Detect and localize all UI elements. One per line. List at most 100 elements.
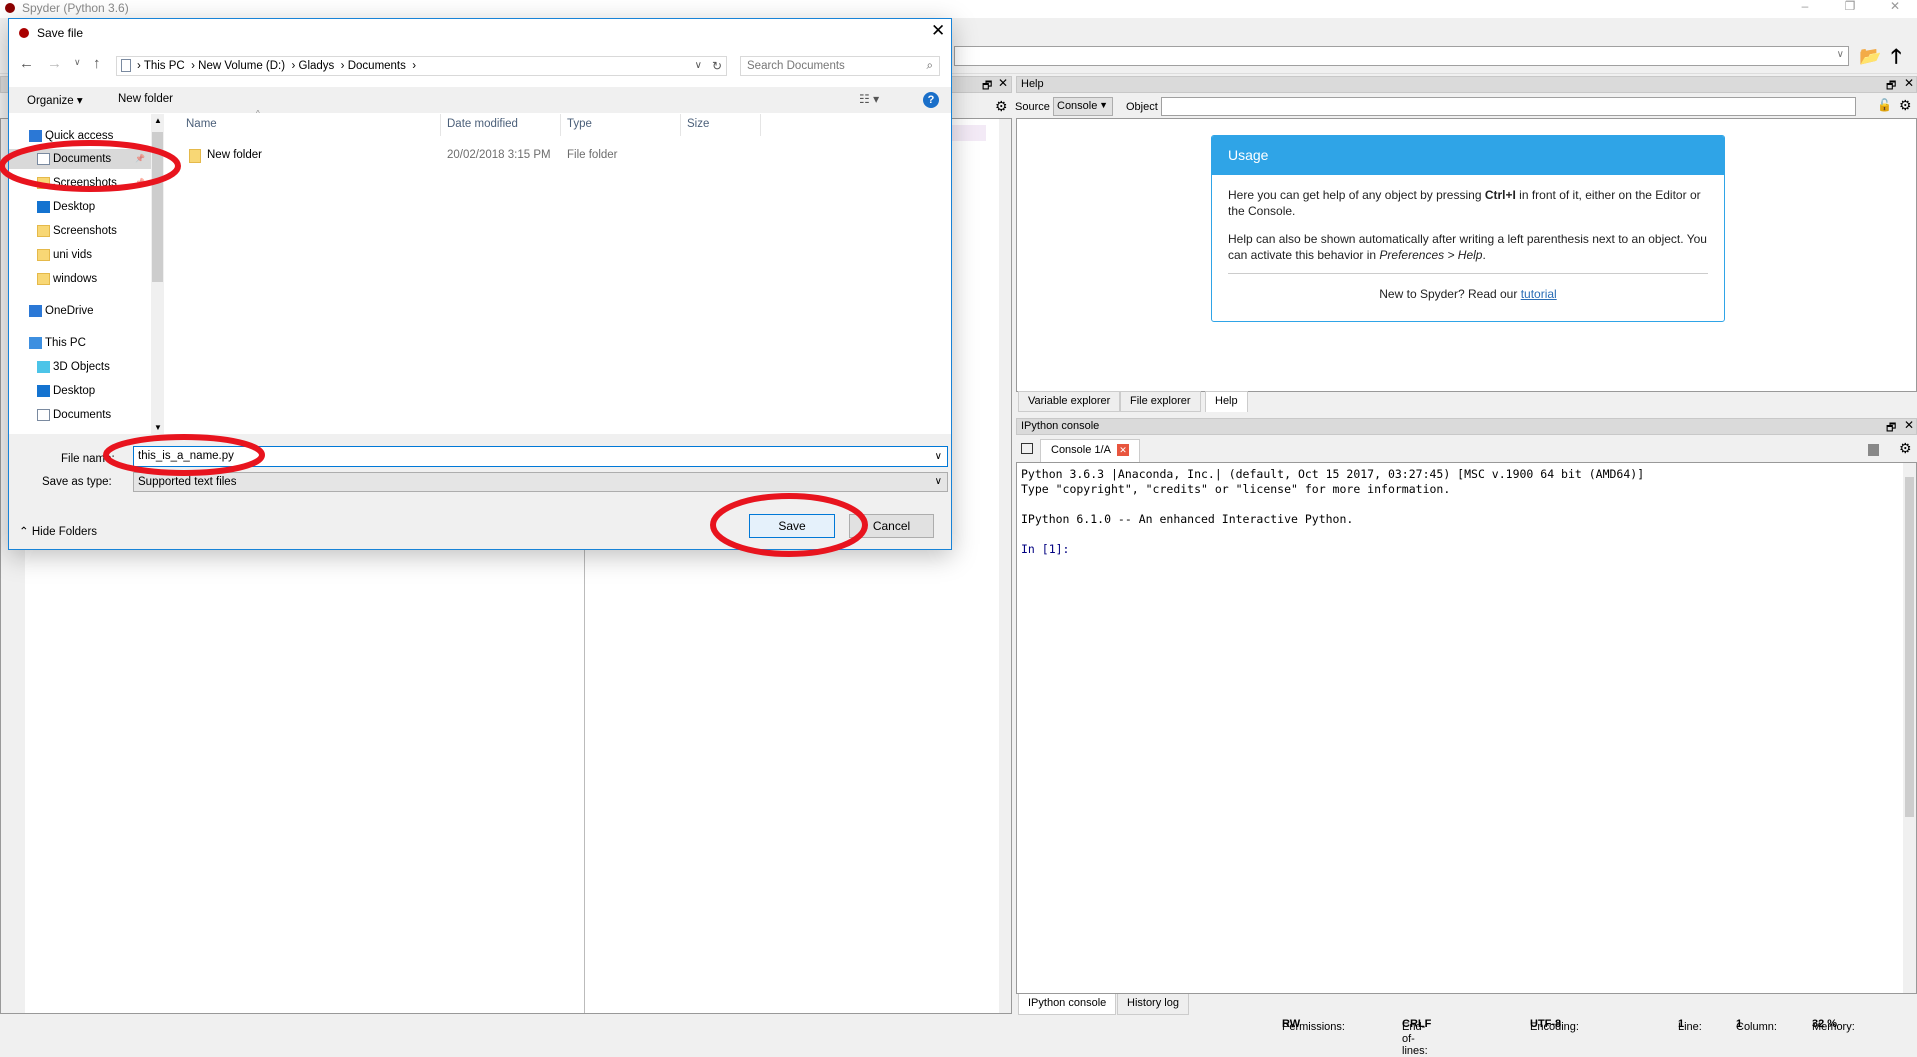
file-name-input[interactable]: this_is_a_name.py ∨ (133, 446, 948, 467)
column-header-type[interactable]: Type (567, 118, 592, 130)
save-as-type-select[interactable]: Supported text files ∨ (133, 472, 948, 492)
restore-button[interactable]: ❐ (1835, 0, 1865, 14)
usage-paragraph-1: Here you can get help of any object by p… (1228, 188, 1701, 218)
navigation-pane[interactable]: Quick access Documents 📌 Screenshots 📌 Deskto… (9, 114, 164, 434)
memory-status: Memory: 32 % (1812, 1018, 1855, 1033)
line-status: Line: 1 (1678, 1018, 1702, 1033)
column-header-size[interactable]: Size (687, 118, 709, 130)
address-dropdown-icon[interactable]: ∨ (695, 57, 702, 75)
close-console-tab-icon[interactable]: ✕ (1117, 444, 1129, 456)
breadcrumb-this-pc[interactable]: This PC (144, 60, 185, 72)
hide-folders-button[interactable]: ⌃ Hide Folders (19, 524, 97, 538)
sort-indicator-icon: ^ (256, 109, 260, 118)
close-console-icon[interactable]: ✕ (1904, 418, 1914, 432)
tutorial-link[interactable]: tutorial (1521, 287, 1557, 301)
help-pane-header: Help (1016, 76, 1917, 93)
tab-help[interactable]: Help (1205, 391, 1248, 412)
browse-tabs-icon[interactable] (1021, 443, 1033, 454)
app-titlebar: Spyder (Python 3.6) – ❐ ✕ (0, 0, 1917, 18)
console-pane-header: IPython console (1016, 418, 1917, 435)
console-options-gear-icon[interactable]: ⚙ (1899, 440, 1912, 457)
nav-item-screenshots[interactable]: Screenshots (9, 221, 151, 241)
back-arrow-icon[interactable]: ← (19, 55, 34, 72)
forward-arrow-icon[interactable]: → (47, 55, 62, 72)
nav-item-windows[interactable]: windows (9, 269, 151, 289)
console-tab[interactable]: Console 1/A ✕ (1040, 439, 1140, 462)
nav-item-label: Documents (53, 153, 112, 165)
source-select[interactable]: Console ▼ (1053, 97, 1113, 116)
nav-item-uni-vids[interactable]: uni vids (9, 245, 151, 265)
options-gear-icon[interactable]: ⚙ (995, 98, 1008, 115)
organize-menu[interactable]: Organize ▾ (27, 93, 83, 107)
tab-ipython-console[interactable]: IPython console (1018, 994, 1117, 1015)
help-options-gear-icon[interactable]: ⚙ (1899, 97, 1912, 114)
nav-item-3d-objects[interactable]: 3D Objects (9, 357, 151, 377)
object-input[interactable] (1161, 97, 1856, 116)
close-pane-icon[interactable]: ✕ (998, 76, 1008, 90)
minimize-button[interactable]: – (1790, 0, 1820, 14)
nav-item-quick-access[interactable]: Quick access (9, 126, 151, 146)
console-scrollbar[interactable] (1903, 463, 1916, 993)
nav-item-onedrive[interactable]: OneDrive (9, 301, 151, 321)
nav-item-documents[interactable]: Documents (9, 405, 151, 425)
pin-icon: 📌 (135, 178, 145, 187)
dialog-app-icon (19, 28, 29, 38)
nav-scrollbar[interactable]: ▲ ▼ (151, 114, 164, 434)
undock-icon[interactable]: 🗗 (982, 77, 992, 96)
lock-icon[interactable]: 🔓 (1877, 98, 1892, 112)
column-status: Column: 1 (1736, 1018, 1777, 1033)
usage-paragraph-2: Help can also be shown automatically aft… (1228, 232, 1707, 262)
computer-icon (29, 337, 42, 349)
breadcrumb-new-volume[interactable]: New Volume (D:) (198, 60, 285, 72)
help-title: Help (1021, 78, 1044, 90)
tab-variable-explorer[interactable]: Variable explorer (1018, 391, 1121, 412)
nav-item-screenshots[interactable]: Screenshots 📌 (9, 173, 151, 193)
cancel-button[interactable]: Cancel (849, 514, 934, 538)
recent-locations-chevron-icon[interactable]: ∨ (74, 57, 81, 68)
change-view-icon[interactable]: ☷ ▾ (859, 92, 879, 106)
dialog-close-button[interactable]: ✕ (931, 21, 945, 41)
file-row[interactable]: New folder 20/02/2018 3:15 PM File folde… (164, 146, 951, 166)
up-arrow-icon[interactable]: ↑ (93, 55, 101, 72)
open-folder-icon[interactable]: 📂 (1859, 46, 1881, 67)
breadcrumb-documents[interactable]: Documents (348, 60, 406, 72)
breadcrumb-gladys[interactable]: Gladys (299, 60, 335, 72)
nav-item-desktop[interactable]: Desktop (9, 197, 151, 217)
console-output[interactable]: Python 3.6.3 |Anaconda, Inc.| (default, … (1016, 462, 1917, 994)
save-button[interactable]: Save (749, 514, 835, 538)
nav-item-label: Desktop (53, 385, 96, 397)
nav-item-documents[interactable]: Documents 📌 (9, 149, 151, 169)
save-as-type-label: Save as type: (42, 476, 112, 488)
star-icon (29, 130, 42, 142)
interrupt-kernel-icon[interactable] (1868, 444, 1879, 456)
tab-file-explorer[interactable]: File explorer (1120, 391, 1201, 412)
tab-history-log[interactable]: History log (1117, 994, 1189, 1015)
refresh-icon[interactable]: ↻ (712, 57, 722, 75)
help-icon[interactable]: ? (923, 92, 939, 108)
search-box[interactable]: Search Documents ⌕ (740, 56, 940, 76)
desktop-icon (37, 385, 50, 397)
undock-help-icon[interactable]: 🗗 (1886, 77, 1896, 96)
undock-console-icon[interactable]: 🗗 (1886, 419, 1896, 438)
working-directory-combo[interactable]: ∨ (954, 46, 1849, 66)
close-help-icon[interactable]: ✕ (1904, 76, 1914, 90)
file-list[interactable]: ^ Name Date modified Type Size New folde… (164, 109, 951, 434)
file-name-label: File name: (61, 453, 115, 465)
address-bar[interactable]: › This PC › New Volume (D:) › Gladys › D… (116, 56, 727, 76)
nav-item-this-pc[interactable]: This PC (9, 333, 151, 353)
app-title: Spyder (Python 3.6) (22, 1, 129, 15)
console-pane-title: IPython console (1021, 420, 1100, 432)
file-type: File folder (567, 149, 618, 161)
documents-icon (37, 409, 50, 421)
save-file-dialog: Save file ✕ ← → ∨ ↑ › This PC › New Volu… (8, 18, 952, 550)
cloud-icon (29, 305, 42, 317)
spyder-logo-icon (5, 3, 15, 13)
new-folder-button[interactable]: New folder (118, 93, 173, 105)
column-header-date-modified[interactable]: Date modified (447, 118, 518, 130)
nav-item-label: Desktop (53, 201, 96, 213)
nav-item-desktop[interactable]: Desktop (9, 381, 151, 401)
parent-directory-icon[interactable]: 🡑 (1891, 42, 1901, 76)
permissions-status: Permissions: RW (1282, 1018, 1345, 1033)
column-header-name[interactable]: Name (186, 118, 217, 130)
close-window-button[interactable]: ✕ (1880, 0, 1910, 14)
